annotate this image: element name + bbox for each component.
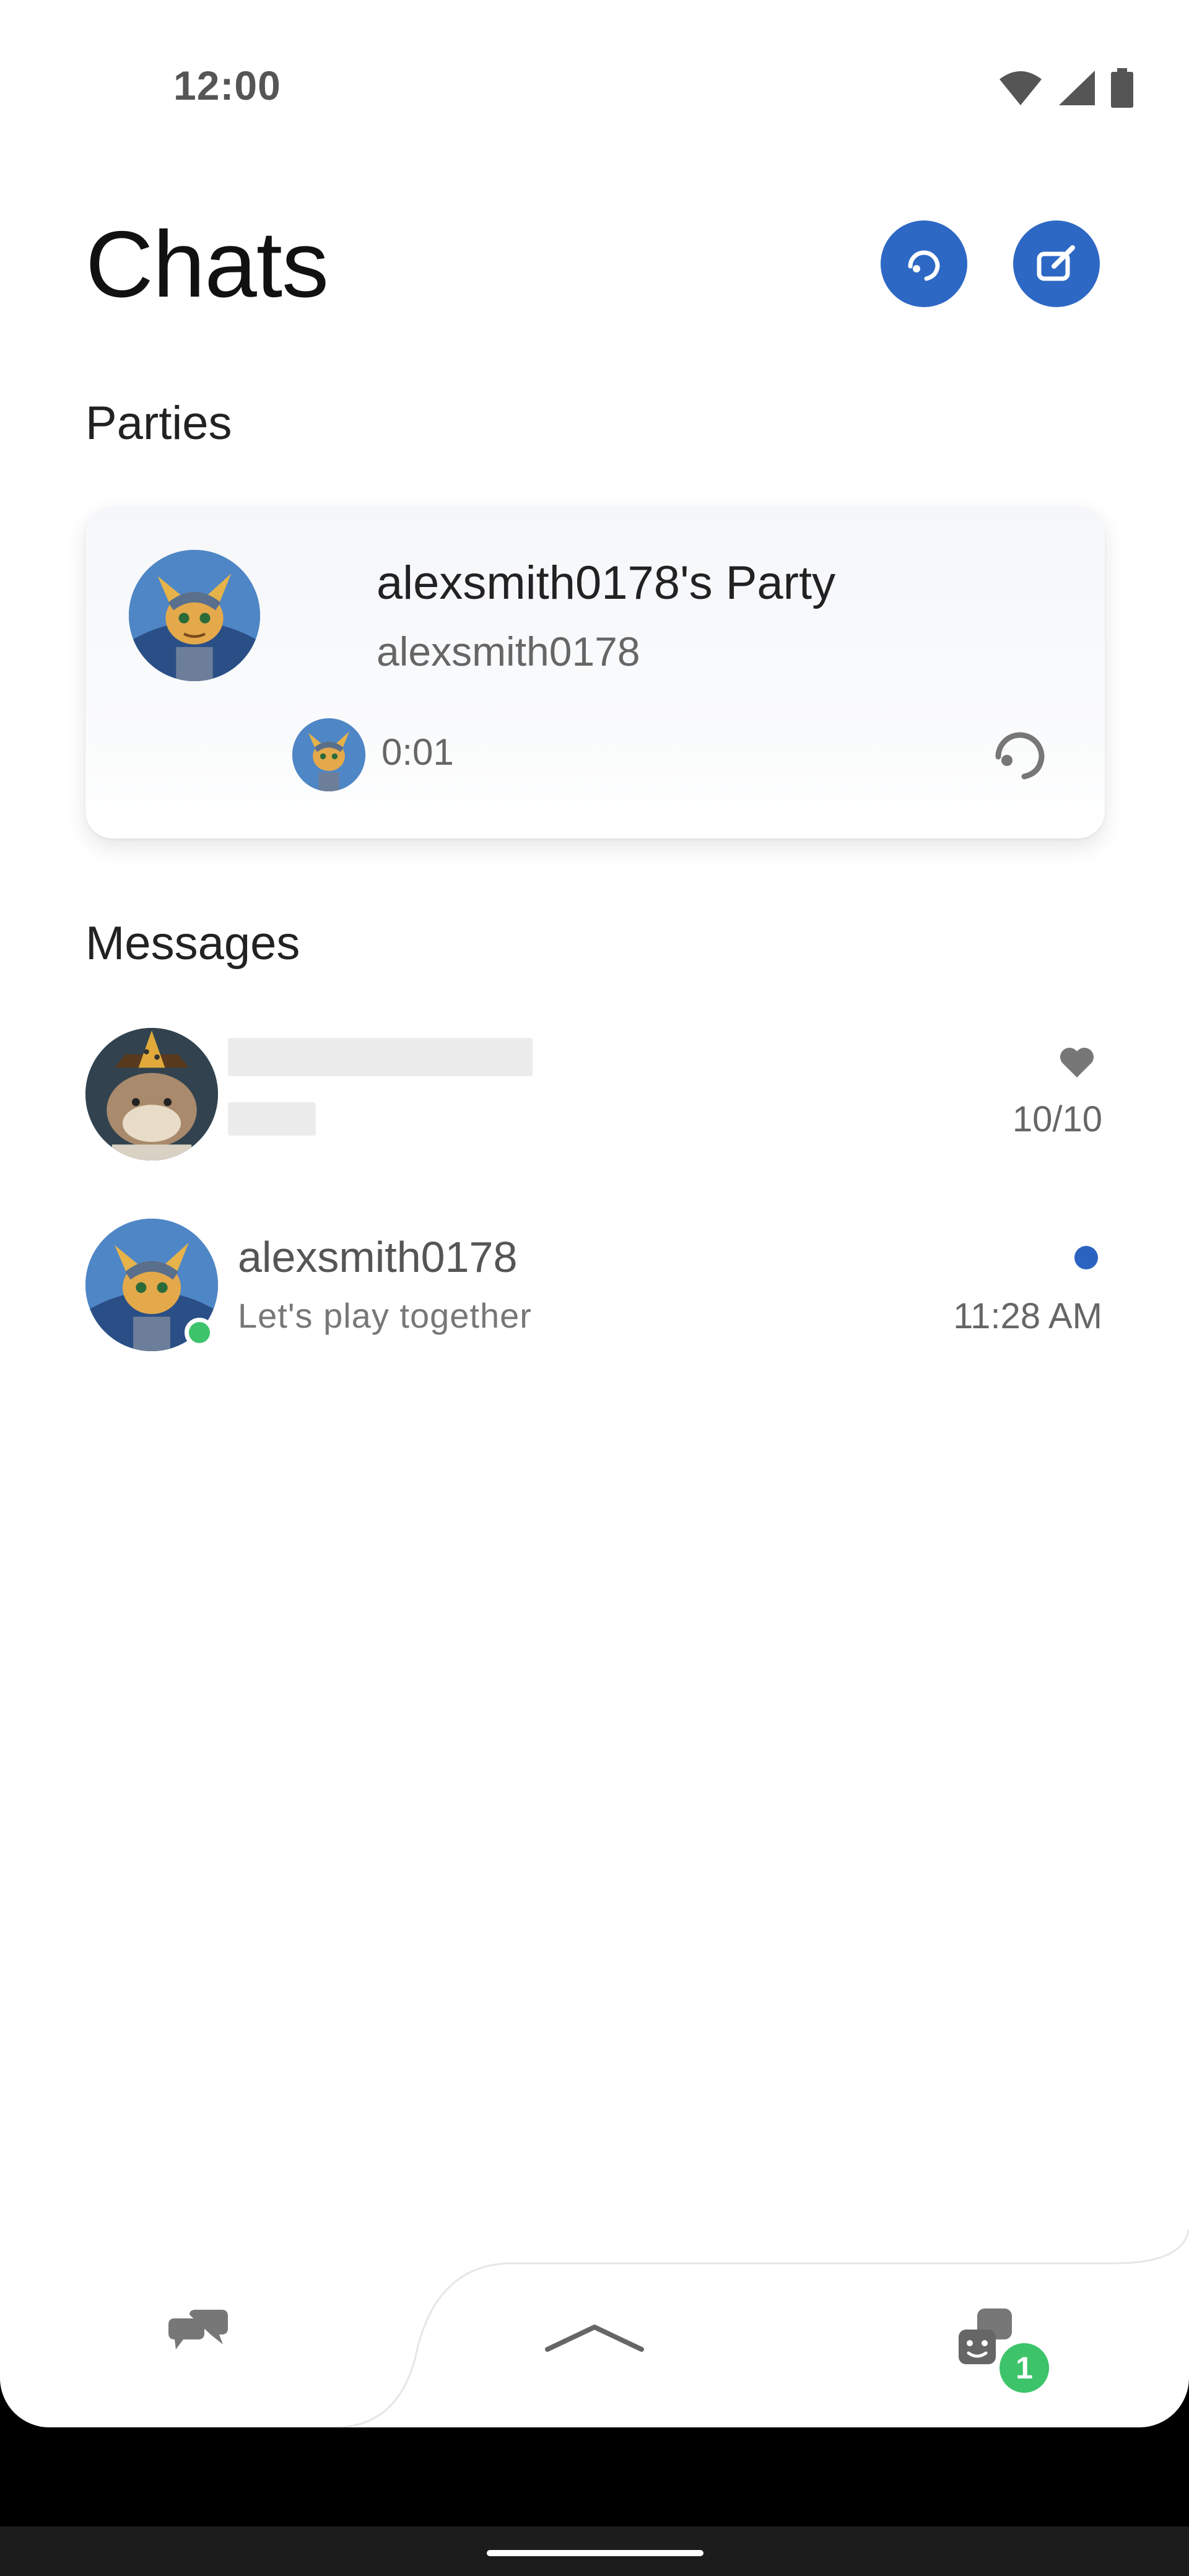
party-name: alexsmith0178's Party: [377, 557, 836, 609]
heart-icon: [1060, 1048, 1094, 1077]
signal-icon: [1059, 71, 1095, 105]
compose-icon: [1037, 245, 1075, 281]
headset-icon: [908, 250, 940, 281]
messages-heading: Messages: [85, 917, 300, 970]
blurred-preview-placeholder: [228, 1102, 316, 1136]
party-member-avatar: [292, 718, 365, 791]
screen: 12:00 Chats Parties alexsmith0178's Part…: [0, 0, 1189, 2576]
page-title: Chats: [85, 212, 329, 317]
status-time: 12:00: [173, 63, 281, 108]
party-avatar: [129, 550, 260, 681]
home-indicator[interactable]: [487, 2550, 703, 2556]
message-time: 11:28 AM: [953, 1296, 1102, 1336]
parties-heading: Parties: [85, 397, 232, 450]
message-time: 10/10: [1012, 1099, 1102, 1139]
cat-avatar-image: [85, 1028, 218, 1160]
chats-app: 12:00 Chats Parties alexsmith0178's Part…: [0, 0, 1189, 2427]
party-duration: 0:01: [381, 731, 454, 773]
start-party-button[interactable]: [881, 220, 967, 307]
online-status-dot: [185, 1318, 214, 1347]
wifi-icon: [1000, 71, 1042, 105]
new-message-button[interactable]: [1013, 220, 1100, 307]
ratchet-avatar-image: [292, 718, 365, 791]
message-row-1[interactable]: 10/10: [0, 1022, 1189, 1164]
chats-tab[interactable]: [162, 2308, 237, 2370]
chevron-up-icon: [545, 2325, 644, 2352]
join-party-button[interactable]: [986, 720, 1054, 788]
expand-button[interactable]: [545, 2322, 644, 2359]
unread-indicator: [1074, 1246, 1098, 1269]
message-row-2[interactable]: alexsmith0178 Let's play together 11:28 …: [0, 1219, 1189, 1361]
party-card[interactable]: alexsmith0178's Party alexsmith0178 0:01: [85, 507, 1105, 838]
party-host: alexsmith0178: [377, 629, 640, 674]
ratchet-avatar-image: [129, 550, 260, 681]
status-icons: [998, 68, 1133, 108]
battery-icon: [1111, 68, 1133, 108]
notification-badge: 1: [1000, 2343, 1049, 2393]
chat-bubbles-icon: [168, 2310, 228, 2349]
headset-icon: [995, 732, 1045, 780]
cat-avatar: [85, 1028, 218, 1160]
blurred-name-placeholder: [228, 1038, 533, 1076]
message-sender: alexsmith0178: [238, 1233, 518, 1281]
message-preview: Let's play together: [238, 1296, 532, 1335]
game-hub-tab[interactable]: 1: [959, 2308, 1049, 2393]
bottom-navigation: 1: [0, 2229, 1189, 2427]
status-bar: 12:00: [0, 0, 1189, 149]
